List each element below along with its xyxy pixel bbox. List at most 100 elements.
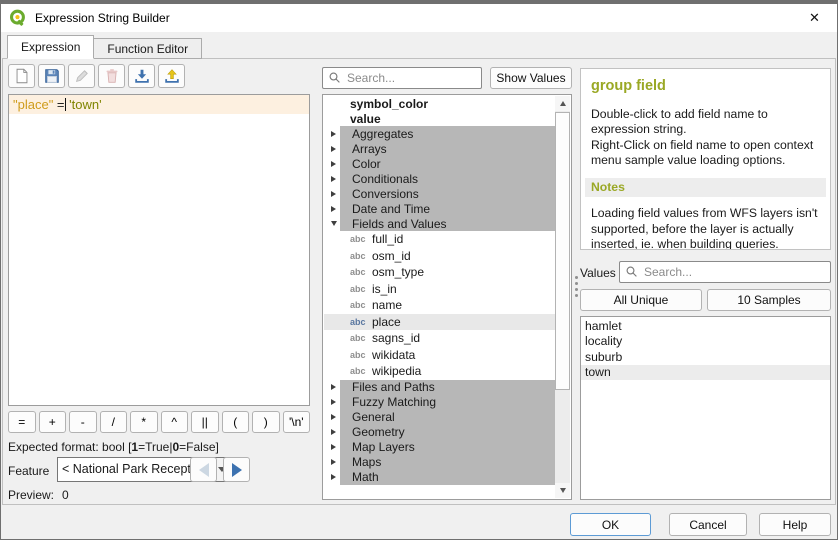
feature-combobox-value[interactable]: < National Park Reception & Shop — [58, 458, 212, 481]
tree-item[interactable]: abcname — [324, 297, 555, 314]
tree-item[interactable]: Files and Paths — [324, 380, 555, 395]
scrollbar-thumb[interactable] — [555, 112, 570, 390]
tree-item[interactable]: Conversions — [324, 186, 555, 201]
expression-token-string: 'town' — [66, 97, 102, 112]
tree-item[interactable]: Aggregates — [324, 126, 555, 141]
values-search-input[interactable] — [620, 262, 830, 282]
field-label: is_in — [372, 282, 397, 296]
tree-item[interactable]: Map Layers — [324, 440, 555, 455]
expand-icon[interactable] — [327, 414, 340, 420]
text-field-icon: abc — [350, 251, 372, 261]
group-label: Files and Paths — [352, 380, 435, 394]
expression-editor[interactable]: "place" = 'town' — [8, 94, 310, 406]
operator-button[interactable]: * — [130, 411, 158, 433]
function-search-input[interactable] — [323, 68, 481, 88]
expand-icon[interactable] — [327, 474, 340, 480]
expand-icon[interactable] — [327, 429, 340, 435]
title-bar: Expression String Builder ✕ — [1, 4, 837, 32]
panel-splitter-handle[interactable] — [574, 276, 578, 297]
search-icon — [625, 265, 639, 279]
operator-button[interactable]: = — [8, 411, 36, 433]
delete-expression-button[interactable] — [98, 64, 125, 88]
operator-button[interactable]: ^ — [161, 411, 189, 433]
field-label: sagns_id — [372, 331, 420, 345]
operator-button[interactable]: '\n' — [283, 411, 311, 433]
tree-item[interactable]: symbol_color — [324, 96, 555, 111]
tree-item[interactable]: Arrays — [324, 141, 555, 156]
tree-item[interactable]: abcwikidata — [324, 347, 555, 364]
tree-item[interactable]: value — [324, 111, 555, 126]
text-field-icon: abc — [350, 317, 372, 327]
tab-expression[interactable]: Expression — [7, 35, 94, 59]
preview-row: Preview: 0 — [8, 488, 69, 502]
tree-item[interactable]: Math — [324, 470, 555, 485]
expand-icon[interactable] — [327, 444, 340, 450]
function-tree: symbol_colorvalueAggregatesArraysColorCo… — [324, 96, 555, 498]
expand-icon[interactable] — [327, 191, 340, 197]
expand-icon[interactable] — [327, 161, 340, 167]
cancel-button[interactable]: Cancel — [669, 513, 747, 536]
operator-button[interactable]: || — [191, 411, 219, 433]
expression-text[interactable]: "place" = 'town' — [9, 95, 309, 114]
operator-button[interactable]: + — [39, 411, 67, 433]
expression-toolbar — [8, 64, 185, 88]
save-expression-button[interactable] — [38, 64, 65, 88]
tree-item[interactable]: Maps — [324, 455, 555, 470]
tree-item[interactable]: Geometry — [324, 425, 555, 440]
next-feature-button[interactable] — [223, 457, 250, 482]
text-field-icon: abc — [350, 284, 372, 294]
tree-item[interactable]: Fields and Values — [324, 216, 555, 231]
tree-item[interactable]: General — [324, 410, 555, 425]
export-expressions-button[interactable] — [158, 64, 185, 88]
tree-item[interactable]: abcsagns_id — [324, 330, 555, 347]
function-list-scrollbar[interactable] — [555, 96, 570, 498]
tree-item[interactable]: abcosm_type — [324, 264, 555, 281]
new-expression-button[interactable] — [8, 64, 35, 88]
value-item[interactable]: locality — [581, 334, 830, 350]
group-label: Conversions — [352, 187, 419, 201]
expand-icon[interactable] — [327, 206, 340, 212]
tree-item[interactable]: abcplace — [324, 314, 555, 331]
expand-icon[interactable] — [327, 399, 340, 405]
tree-item[interactable]: Color — [324, 156, 555, 171]
import-expressions-button[interactable] — [128, 64, 155, 88]
edit-expression-button[interactable] — [68, 64, 95, 88]
tree-item[interactable]: abcwikipedia — [324, 363, 555, 380]
tree-item[interactable]: Date and Time — [324, 201, 555, 216]
tree-item[interactable]: Conditionals — [324, 171, 555, 186]
collapse-icon[interactable] — [327, 221, 340, 226]
tree-item[interactable]: abcfull_id — [324, 231, 555, 248]
expected-format-label: Expected format: bool [1=True|0=False] — [8, 440, 219, 454]
variable-label: value — [350, 112, 381, 126]
tree-item[interactable]: abcis_in — [324, 281, 555, 298]
expand-icon[interactable] — [327, 384, 340, 390]
expand-icon[interactable] — [327, 459, 340, 465]
operator-button[interactable]: ( — [222, 411, 250, 433]
scroll-down-icon[interactable] — [555, 483, 570, 498]
scroll-up-icon[interactable] — [555, 96, 570, 111]
text-field-icon: abc — [350, 350, 372, 360]
operator-button[interactable]: ) — [252, 411, 280, 433]
all-unique-button[interactable]: All Unique — [580, 289, 702, 311]
value-item[interactable]: town — [581, 365, 830, 381]
show-values-button[interactable]: Show Values — [490, 67, 572, 89]
value-item[interactable]: hamlet — [581, 318, 830, 334]
ok-button[interactable]: OK — [570, 513, 651, 536]
close-icon[interactable]: ✕ — [792, 4, 837, 32]
tree-item[interactable]: Fuzzy Matching — [324, 395, 555, 410]
tab-function-editor[interactable]: Function Editor — [94, 38, 202, 59]
search-icon — [328, 71, 342, 85]
group-label: Aggregates — [352, 127, 413, 141]
operator-button[interactable]: - — [69, 411, 97, 433]
arrow-right-icon — [232, 463, 242, 477]
previous-feature-button[interactable] — [190, 457, 217, 482]
expand-icon[interactable] — [327, 131, 340, 137]
help-button[interactable]: Help — [759, 513, 831, 536]
expand-icon[interactable] — [327, 146, 340, 152]
expand-icon[interactable] — [327, 176, 340, 182]
value-item[interactable]: suburb — [581, 349, 830, 365]
tree-item[interactable]: abcosm_id — [324, 248, 555, 265]
operator-button[interactable]: / — [100, 411, 128, 433]
expression-string-builder-dialog: Expression String Builder ✕ Expression F… — [0, 0, 838, 540]
ten-samples-button[interactable]: 10 Samples — [707, 289, 831, 311]
